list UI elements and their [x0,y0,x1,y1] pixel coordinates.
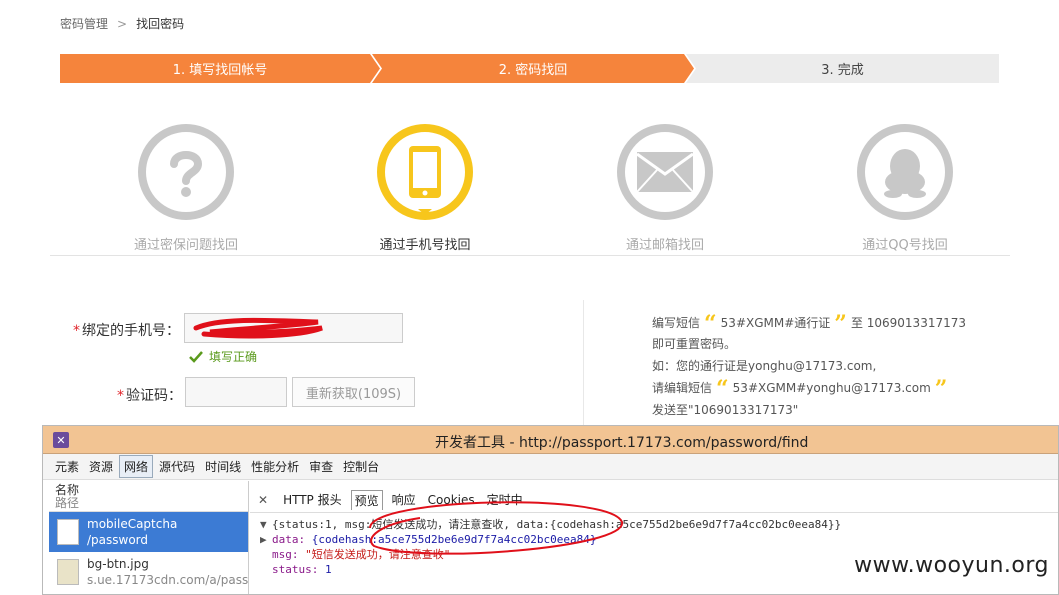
request-name: bg-btn.jpg [87,557,149,571]
section-divider [50,255,1010,256]
menu-console[interactable]: 控制台 [339,456,383,477]
menu-elements[interactable]: 元素 [51,456,83,477]
step-3: 3. 完成 [686,54,999,83]
breadcrumb-separator: > [117,17,128,31]
tab-response[interactable]: 响应 [389,490,419,509]
menu-network[interactable]: 网络 [119,455,154,478]
devtools-titlebar[interactable]: ✕ 开发者工具 - http://passport.17173.com/pass… [43,426,1058,454]
code-field-label-text: 验证码： [126,388,182,404]
tab-cookies[interactable]: Cookies [425,492,478,508]
breadcrumb: 密码管理 > 找回密码 [60,15,184,32]
method-label: 通过邮箱找回 [625,238,704,253]
method-label: 通过密保问题找回 [133,238,238,253]
open-quote-icon: “ [704,311,717,337]
json-value: "短信发送成功，请注意查收" [305,548,451,561]
request-list-header: 名称 路径 [49,481,248,512]
image-file-icon [57,559,79,585]
devtools-title: 开发者工具 - http://passport.17173.com/passwo… [435,435,809,451]
detail-tabs: ✕ HTTP 报头 预览 响应 Cookies 定时中 [250,487,1058,513]
close-quote-icon: ” [934,376,948,402]
method-label: 通过QQ号找回 [862,238,948,253]
sms-tip-text: 编写短信 [652,316,701,330]
active-method-pointer [418,209,432,215]
phone-valid-tip: 填写正确 [189,348,257,365]
json-summary-text: {status:1, msg:短信发送成功，请注意查收, data:{codeh… [272,518,842,531]
breadcrumb-current: 找回密码 [136,17,185,31]
json-value: 1 [324,563,332,576]
json-key: msg: [272,548,299,561]
step-progress: 1. 填写找回帐号 2. 密码找回 3. 完成 [60,54,999,83]
sms-tip-line4: 请编辑短信 “53#XGMM#yonghu@17173.com” [652,376,951,402]
request-path: s.ue.17173cdn.com/a/pass| [87,573,248,587]
close-quote-icon: ” [834,311,847,337]
method-phone[interactable]: 通过手机号找回 [325,124,525,253]
json-value: {codehash:a5ce755d2be6e9d7f7a4cc02bc0eea… [311,533,597,546]
json-summary-row[interactable]: ▼ {status:1, msg:短信发送成功，请注意查收, data:{code… [260,517,1048,532]
phone-field-label-text: 绑定的手机号： [82,323,180,339]
tab-headers[interactable]: HTTP 报头 [280,490,345,509]
step-1: 1. 填写找回帐号 [60,54,380,83]
document-icon [57,519,79,545]
verification-code-input[interactable] [185,377,287,407]
sms-tip-line1: 编写短信 “53#XGMM#通行证” 至 1069013317173 [652,311,966,337]
menu-profiles[interactable]: 性能分析 [247,456,303,477]
qq-icon [857,124,953,220]
sms-tip-text: 请编辑短信 [652,381,713,395]
open-quote-icon: “ [716,376,729,402]
json-data-row[interactable]: ▶ data: {codehash:a5ce755d2be6e9d7f7a4cc0… [260,532,1048,547]
phone-valid-text: 填写正确 [209,350,258,364]
sms-tip-line5: 发送至"1069013317173" [652,403,799,417]
tab-preview[interactable]: 预览 [350,489,383,510]
method-qq[interactable]: 通过QQ号找回 [805,124,1005,253]
request-path: /password [87,533,149,547]
method-email[interactable]: 通过邮箱找回 [565,124,765,253]
method-security-question[interactable]: 通过密保问题找回 [86,124,286,253]
request-name: mobileCaptcha [87,517,178,531]
sms-code-text: 53#XGMM#通行证 [720,316,831,330]
form-divider [583,300,584,425]
required-mark: * [73,323,80,339]
menu-sources[interactable]: 源代码 [155,456,199,477]
method-label: 通过手机号找回 [379,238,471,253]
question-icon [138,124,234,220]
watermark: www.wooyun.org [854,553,1049,578]
menu-audits[interactable]: 审查 [305,456,337,477]
json-key: status: [272,563,319,576]
tab-timing[interactable]: 定时中 [484,490,526,509]
sms-number-text: 至 1069013317173 [850,316,967,330]
menu-resources[interactable]: 资源 [85,456,117,477]
sms-tip-line3: 如：您的通行证是yonghu@17173.com, [652,359,877,373]
phone-icon [377,124,473,220]
request-row[interactable]: mobileCaptcha/password [49,512,248,552]
collapse-triangle-icon[interactable]: ▼ [260,517,272,532]
step-2: 2. 密码找回 [372,54,694,83]
phone-field-label: * 绑定的手机号： [73,320,180,340]
mail-icon [617,124,713,220]
expand-triangle-icon[interactable]: ▶ [260,532,272,547]
column-name[interactable]: 名称 [55,484,242,497]
devtools-logo-icon: ✕ [53,432,69,448]
required-mark: * [117,388,124,404]
request-list: 名称 路径 mobileCaptcha/password bg-btn.jpg s… [49,481,249,594]
code-field-label: * 验证码： [117,385,182,405]
sms-code-text: 53#XGMM#yonghu@17173.com [732,381,931,395]
resend-code-button[interactable]: 重新获取(109S) [292,377,415,407]
close-icon[interactable]: ✕ [258,493,268,507]
request-row[interactable]: bg-btn.jpg s.ue.17173cdn.com/a/pass| [49,552,248,592]
devtools-menu: 元素 资源 网络 源代码 时间线 性能分析 审查 控制台 [43,454,1058,480]
json-key: data: [272,533,306,546]
phone-input[interactable] [184,313,403,343]
menu-timeline[interactable]: 时间线 [201,456,245,477]
check-icon [189,350,203,363]
column-path[interactable]: 路径 [55,497,242,510]
sms-tip-line2: 即可重置密码。 [652,337,737,351]
breadcrumb-parent-link[interactable]: 密码管理 [60,17,108,31]
